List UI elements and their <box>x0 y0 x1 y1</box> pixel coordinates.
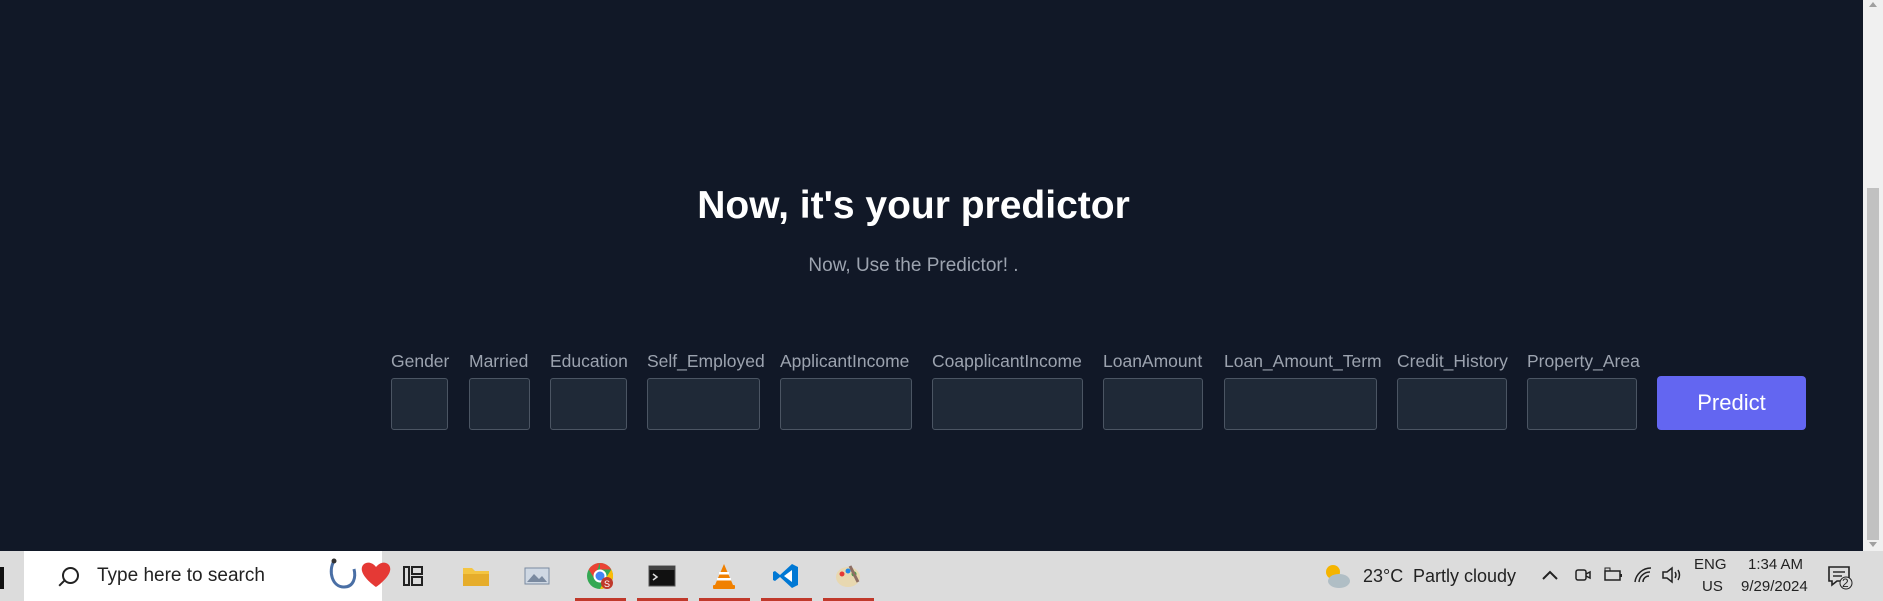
stethoscope-heart-icon <box>329 558 391 589</box>
field-married: Married <box>469 350 530 430</box>
clock-date[interactable]: 9/29/2024 <box>1741 578 1808 595</box>
property-area-label: Property_Area <box>1527 351 1640 371</box>
applicant-income-input[interactable] <box>780 378 912 430</box>
field-coapplicant-income: CoapplicantIncome <box>932 350 1083 430</box>
wifi-icon[interactable] <box>1633 566 1653 584</box>
married-input[interactable] <box>469 378 530 430</box>
photos-icon[interactable] <box>520 559 554 593</box>
education-input[interactable] <box>550 378 627 430</box>
scroll-down-icon[interactable] <box>1869 542 1877 547</box>
self-employed-label: Self_Employed <box>647 351 765 371</box>
loan-amount-label: LoanAmount <box>1103 351 1203 371</box>
field-self-employed: Self_Employed <box>647 350 765 430</box>
battery-icon[interactable] <box>1603 567 1623 583</box>
page-content: Now, it's your predictor Now, Use the Pr… <box>0 0 1863 551</box>
property-area-input[interactable] <box>1527 378 1637 430</box>
search-placeholder: Type here to search <box>97 565 265 586</box>
vscode-icon[interactable] <box>769 559 803 593</box>
married-label: Married <box>469 351 529 371</box>
task-view-icon[interactable] <box>396 559 430 593</box>
loan-amount-term-label: Loan_Amount_Term <box>1224 351 1382 371</box>
start-button[interactable] <box>0 567 4 589</box>
clock-time[interactable]: 1:34 AM <box>1748 556 1803 573</box>
applicant-income-label: ApplicantIncome <box>780 351 910 371</box>
predict-button[interactable]: Predict <box>1657 376 1806 430</box>
taskbar-search[interactable]: Type here to search <box>24 551 391 601</box>
field-loan-amount: LoanAmount <box>1103 350 1203 430</box>
chevron-up-icon[interactable] <box>1542 569 1558 581</box>
vertical-scrollbar[interactable] <box>1863 0 1883 551</box>
loan-amount-term-input[interactable] <box>1224 378 1377 430</box>
field-loan-amount-term: Loan_Amount_Term <box>1224 350 1382 430</box>
terminal-icon[interactable] <box>645 559 679 593</box>
field-property-area: Property_Area <box>1527 350 1640 430</box>
page-subtitle: Now, Use the Predictor! . <box>808 255 1019 276</box>
svg-text:S: S <box>604 579 610 589</box>
language-indicator[interactable]: ENG <box>1694 556 1727 573</box>
credit-history-input[interactable] <box>1397 378 1507 430</box>
gender-input[interactable] <box>391 378 448 430</box>
search-icon <box>62 567 79 584</box>
region-indicator[interactable]: US <box>1702 578 1723 595</box>
coapplicant-income-label: CoapplicantIncome <box>932 351 1082 371</box>
partly-cloudy-icon <box>1326 565 1350 588</box>
field-education: Education <box>550 350 628 430</box>
weather-condition[interactable]: Partly cloudy <box>1413 551 1516 601</box>
loan-amount-input[interactable] <box>1103 378 1203 430</box>
education-label: Education <box>550 351 628 371</box>
field-credit-history: Credit_History <box>1397 350 1508 430</box>
field-applicant-income: ApplicantIncome <box>780 350 912 430</box>
meet-now-icon[interactable] <box>1574 566 1592 584</box>
file-explorer-icon[interactable] <box>459 559 493 593</box>
chrome-icon[interactable]: S <box>583 559 617 593</box>
notification-icon[interactable] <box>1826 563 1854 591</box>
paint-icon[interactable] <box>831 559 865 593</box>
notification-count: 2 <box>1842 576 1849 590</box>
volume-icon[interactable] <box>1661 566 1683 584</box>
weather-temp[interactable]: 23°C <box>1363 551 1403 601</box>
page-title: Now, it's your predictor <box>697 184 1130 227</box>
vlc-icon[interactable] <box>707 559 741 593</box>
field-gender: Gender <box>391 350 449 430</box>
gender-label: Gender <box>391 351 450 371</box>
self-employed-input[interactable] <box>647 378 760 430</box>
taskbar: Type here to search S 23°C Partly cloudy <box>0 551 1883 601</box>
credit-history-label: Credit_History <box>1397 351 1508 371</box>
scroll-up-icon[interactable] <box>1869 2 1877 7</box>
scrollbar-thumb[interactable] <box>1867 188 1879 540</box>
coapplicant-income-input[interactable] <box>932 378 1083 430</box>
